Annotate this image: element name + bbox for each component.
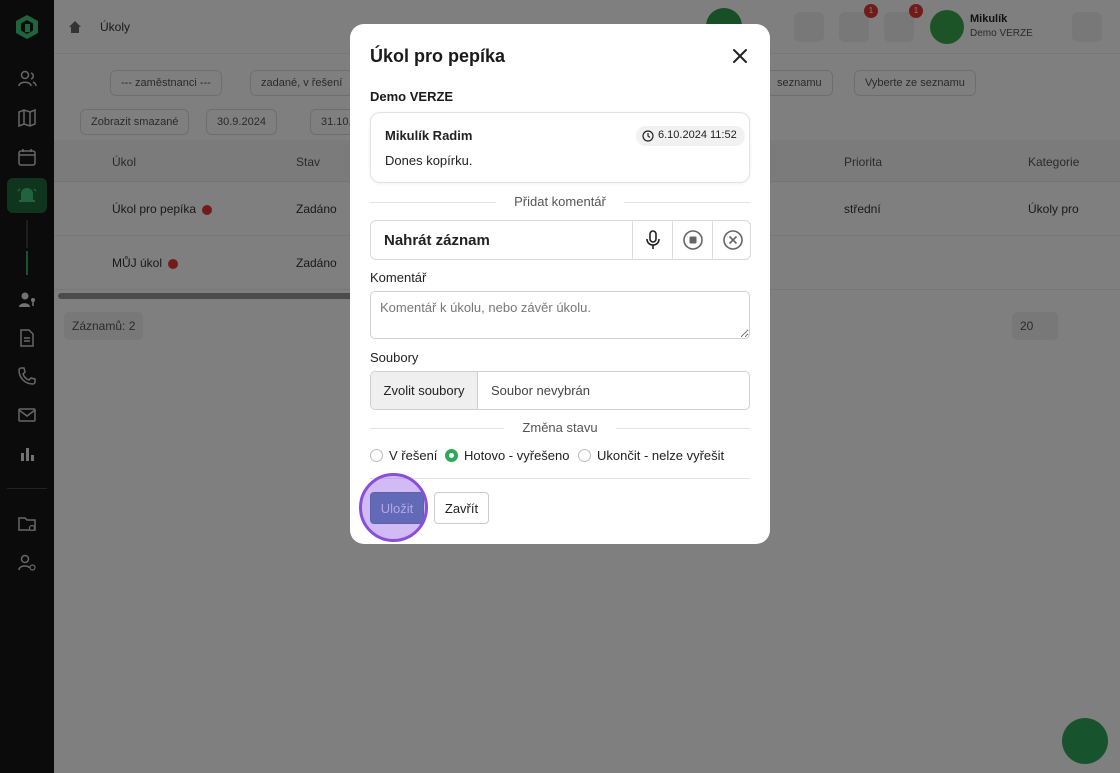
- file-name-text: Soubor nevybrán: [491, 383, 591, 398]
- close-modal-button[interactable]: Zavřít: [434, 492, 489, 524]
- radio-circle-selected[interactable]: [445, 449, 458, 462]
- clock-icon: [642, 130, 654, 142]
- close-icon: [733, 49, 747, 63]
- microphone-icon: [646, 230, 660, 249]
- file-input: Zvolit soubory Soubor nevybrán: [370, 371, 750, 410]
- choose-files-button[interactable]: Zvolit soubory: [371, 372, 478, 409]
- cancel-recording-button[interactable]: [712, 221, 752, 259]
- comment-textarea[interactable]: [370, 291, 750, 339]
- modal-title: Úkol pro pepíka: [370, 46, 506, 66]
- audio-recorder: Nahrát záznam: [370, 220, 751, 260]
- files-label: Soubory: [370, 350, 419, 365]
- comment-card: Mikulík Radim 6.10.2024 11:52 Dones kopí…: [370, 112, 750, 183]
- record-button[interactable]: [632, 221, 672, 259]
- close-button[interactable]: [730, 46, 750, 66]
- radio-circle[interactable]: [370, 449, 383, 462]
- radio-circle[interactable]: [578, 449, 591, 462]
- add-comment-divider: Přidat komentář: [370, 194, 750, 210]
- comment-timestamp: 6.10.2024 11:52: [636, 126, 745, 146]
- modal-subtitle: Demo VERZE: [370, 89, 454, 104]
- save-button[interactable]: Uložit: [370, 492, 424, 524]
- recorder-label: Nahrát záznam: [384, 232, 490, 249]
- comment-field-label: Komentář: [370, 270, 427, 285]
- comment-author: Mikulík Radim: [385, 128, 473, 143]
- task-modal: Úkol pro pepíka Demo VERZE Mikulík Radim…: [350, 24, 770, 544]
- add-comment-label: Přidat komentář: [514, 194, 606, 209]
- stop-icon: [683, 230, 703, 250]
- modal-divider: [370, 478, 750, 479]
- state-change-label: Změna stavu: [522, 420, 598, 435]
- comment-text: Dones kopírku.: [385, 153, 473, 168]
- stop-button[interactable]: [672, 221, 712, 259]
- state-change-divider: Změna stavu: [370, 420, 750, 436]
- cancel-circle-icon: [723, 230, 743, 250]
